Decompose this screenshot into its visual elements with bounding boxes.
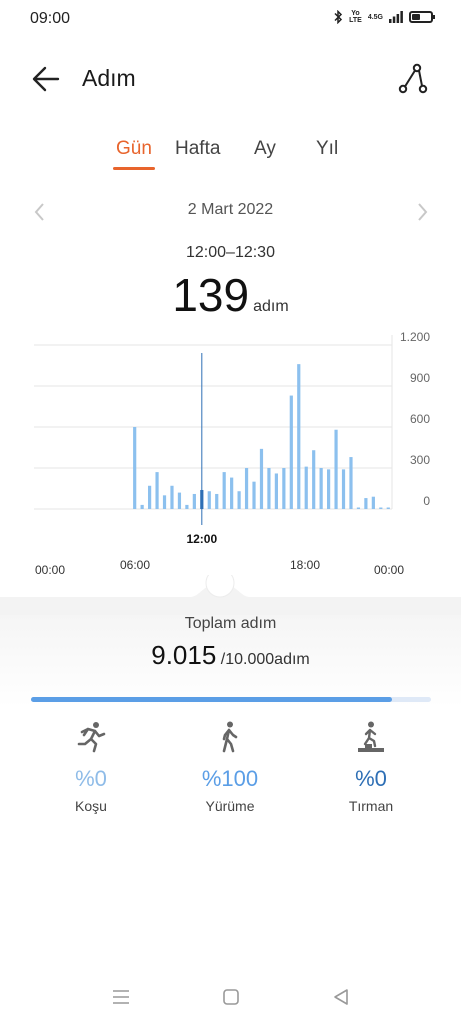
x-tick-label: 18:00 bbox=[290, 558, 320, 572]
status-time: 09:00 bbox=[30, 10, 71, 27]
network-type-icon: 4.5G bbox=[367, 13, 383, 21]
y-tick-label: 1.200 bbox=[400, 330, 430, 344]
chart-bar[interactable] bbox=[364, 498, 368, 509]
chart-bar[interactable] bbox=[162, 495, 167, 509]
chart-bar[interactable] bbox=[170, 485, 174, 509]
system-nav-bar bbox=[0, 980, 461, 1014]
chart-bar[interactable] bbox=[356, 507, 361, 510]
selected-time-range: 12:00–12:30 bbox=[186, 244, 275, 261]
chart-bar[interactable] bbox=[222, 472, 226, 509]
chart-bar[interactable] bbox=[274, 473, 278, 509]
chart-bar[interactable] bbox=[319, 468, 323, 509]
tab-year[interactable]: Yıl bbox=[316, 138, 338, 160]
activity-climbing[interactable]: %0 Tırman bbox=[311, 720, 431, 814]
chart-bar[interactable] bbox=[133, 427, 137, 509]
tab-week[interactable]: Hafta bbox=[175, 138, 220, 160]
chart-bar[interactable] bbox=[140, 504, 144, 509]
climbing-icon bbox=[358, 721, 384, 752]
climbing-label: Tırman bbox=[348, 798, 394, 814]
chart-bar[interactable] bbox=[386, 507, 390, 510]
signal-icon bbox=[389, 11, 403, 23]
bluetooth-icon bbox=[334, 10, 343, 24]
chart-bar[interactable] bbox=[259, 448, 264, 509]
chart-bar[interactable] bbox=[304, 466, 308, 509]
x-tick-label: 06:00 bbox=[120, 558, 150, 572]
summary-sheet: Toplam adım 9.015 /10.000adım %0 Koşu %1… bbox=[0, 575, 461, 1024]
battery-icon bbox=[409, 11, 435, 23]
status-bar: 09:00 Yo LTE 4.5G bbox=[0, 0, 461, 40]
chart-bar[interactable] bbox=[341, 469, 346, 509]
walking-icon bbox=[222, 721, 238, 753]
app-header: Adım bbox=[0, 55, 461, 103]
running-label: Koşu bbox=[75, 798, 107, 814]
chart-bar[interactable] bbox=[244, 468, 249, 509]
y-tick-label: 600 bbox=[410, 412, 430, 426]
chart-bar[interactable] bbox=[282, 468, 286, 509]
total-steps-value: 9.015 bbox=[151, 640, 217, 670]
chart-bar[interactable] bbox=[334, 429, 338, 509]
chart-bar[interactable] bbox=[185, 504, 189, 509]
chart-bar[interactable] bbox=[215, 493, 219, 509]
climbing-percent: %0 bbox=[355, 766, 387, 791]
chart-bar[interactable] bbox=[297, 364, 301, 509]
y-tick-label: 900 bbox=[410, 371, 430, 385]
date-label: 2 Mart 2022 bbox=[187, 201, 274, 218]
activity-walking[interactable]: %100 Yürüme bbox=[170, 720, 290, 814]
menu-icon[interactable] bbox=[110, 986, 132, 1008]
selected-step-value: 139 bbox=[172, 269, 250, 321]
chart-bar[interactable] bbox=[312, 450, 316, 509]
chart-bar[interactable] bbox=[237, 491, 241, 509]
goal-progress-bar bbox=[31, 697, 431, 702]
running-percent: %0 bbox=[75, 766, 107, 791]
selected-steps: 139 adım bbox=[0, 268, 461, 322]
chart-bar[interactable] bbox=[177, 492, 182, 509]
chart-bar[interactable] bbox=[349, 457, 353, 509]
date-navigation: 2 Mart 2022 bbox=[0, 200, 461, 224]
total-steps-label: Toplam adım bbox=[184, 615, 277, 632]
tab-day[interactable]: Gün bbox=[116, 138, 152, 160]
chart-bar[interactable] bbox=[379, 507, 383, 510]
volte-icon: Yo LTE bbox=[349, 10, 362, 24]
chart-bar[interactable] bbox=[252, 481, 256, 509]
back-triangle-icon[interactable] bbox=[330, 986, 352, 1008]
total-steps: 9.015 /10.000adım bbox=[0, 640, 461, 671]
period-tabs: Gün Hafta Ay Yıl bbox=[0, 138, 461, 174]
chart-bar[interactable] bbox=[192, 493, 196, 509]
steps-bar-chart[interactable]: 1.200900600300012:0000:00 06:00 18:00 00:00 bbox=[0, 325, 461, 585]
chart-bar[interactable] bbox=[289, 395, 293, 509]
selected-time-label: 12:00 bbox=[186, 532, 217, 546]
route-icon[interactable] bbox=[393, 59, 433, 99]
running-icon bbox=[77, 722, 106, 753]
y-tick-label: 0 bbox=[423, 494, 430, 508]
chart-bar[interactable] bbox=[267, 468, 271, 509]
page-title: Adım bbox=[82, 65, 136, 91]
chevron-right-icon[interactable] bbox=[410, 200, 434, 224]
chart-bar[interactable] bbox=[207, 491, 211, 509]
activity-running[interactable]: %0 Koşu bbox=[31, 720, 151, 814]
chart-bar[interactable] bbox=[371, 496, 375, 509]
goal-progress-fill bbox=[31, 697, 392, 702]
total-steps-goal: /10.000adım bbox=[220, 651, 310, 668]
chart-bar[interactable] bbox=[327, 469, 331, 509]
walking-percent: %100 bbox=[201, 766, 259, 791]
arrow-left-icon[interactable] bbox=[28, 61, 64, 97]
home-icon[interactable] bbox=[220, 986, 242, 1008]
sheet-handle[interactable] bbox=[0, 575, 461, 615]
y-tick-label: 300 bbox=[410, 453, 430, 467]
status-icons: Yo LTE 4.5G bbox=[333, 10, 435, 24]
selected-step-unit: adım bbox=[253, 298, 289, 315]
chart-bar[interactable] bbox=[148, 485, 152, 509]
tab-month[interactable]: Ay bbox=[254, 138, 276, 160]
active-tab-indicator bbox=[113, 167, 155, 170]
walking-label: Yürüme bbox=[205, 798, 255, 814]
chart-bar[interactable] bbox=[155, 472, 159, 509]
chart-bar[interactable] bbox=[230, 477, 234, 509]
